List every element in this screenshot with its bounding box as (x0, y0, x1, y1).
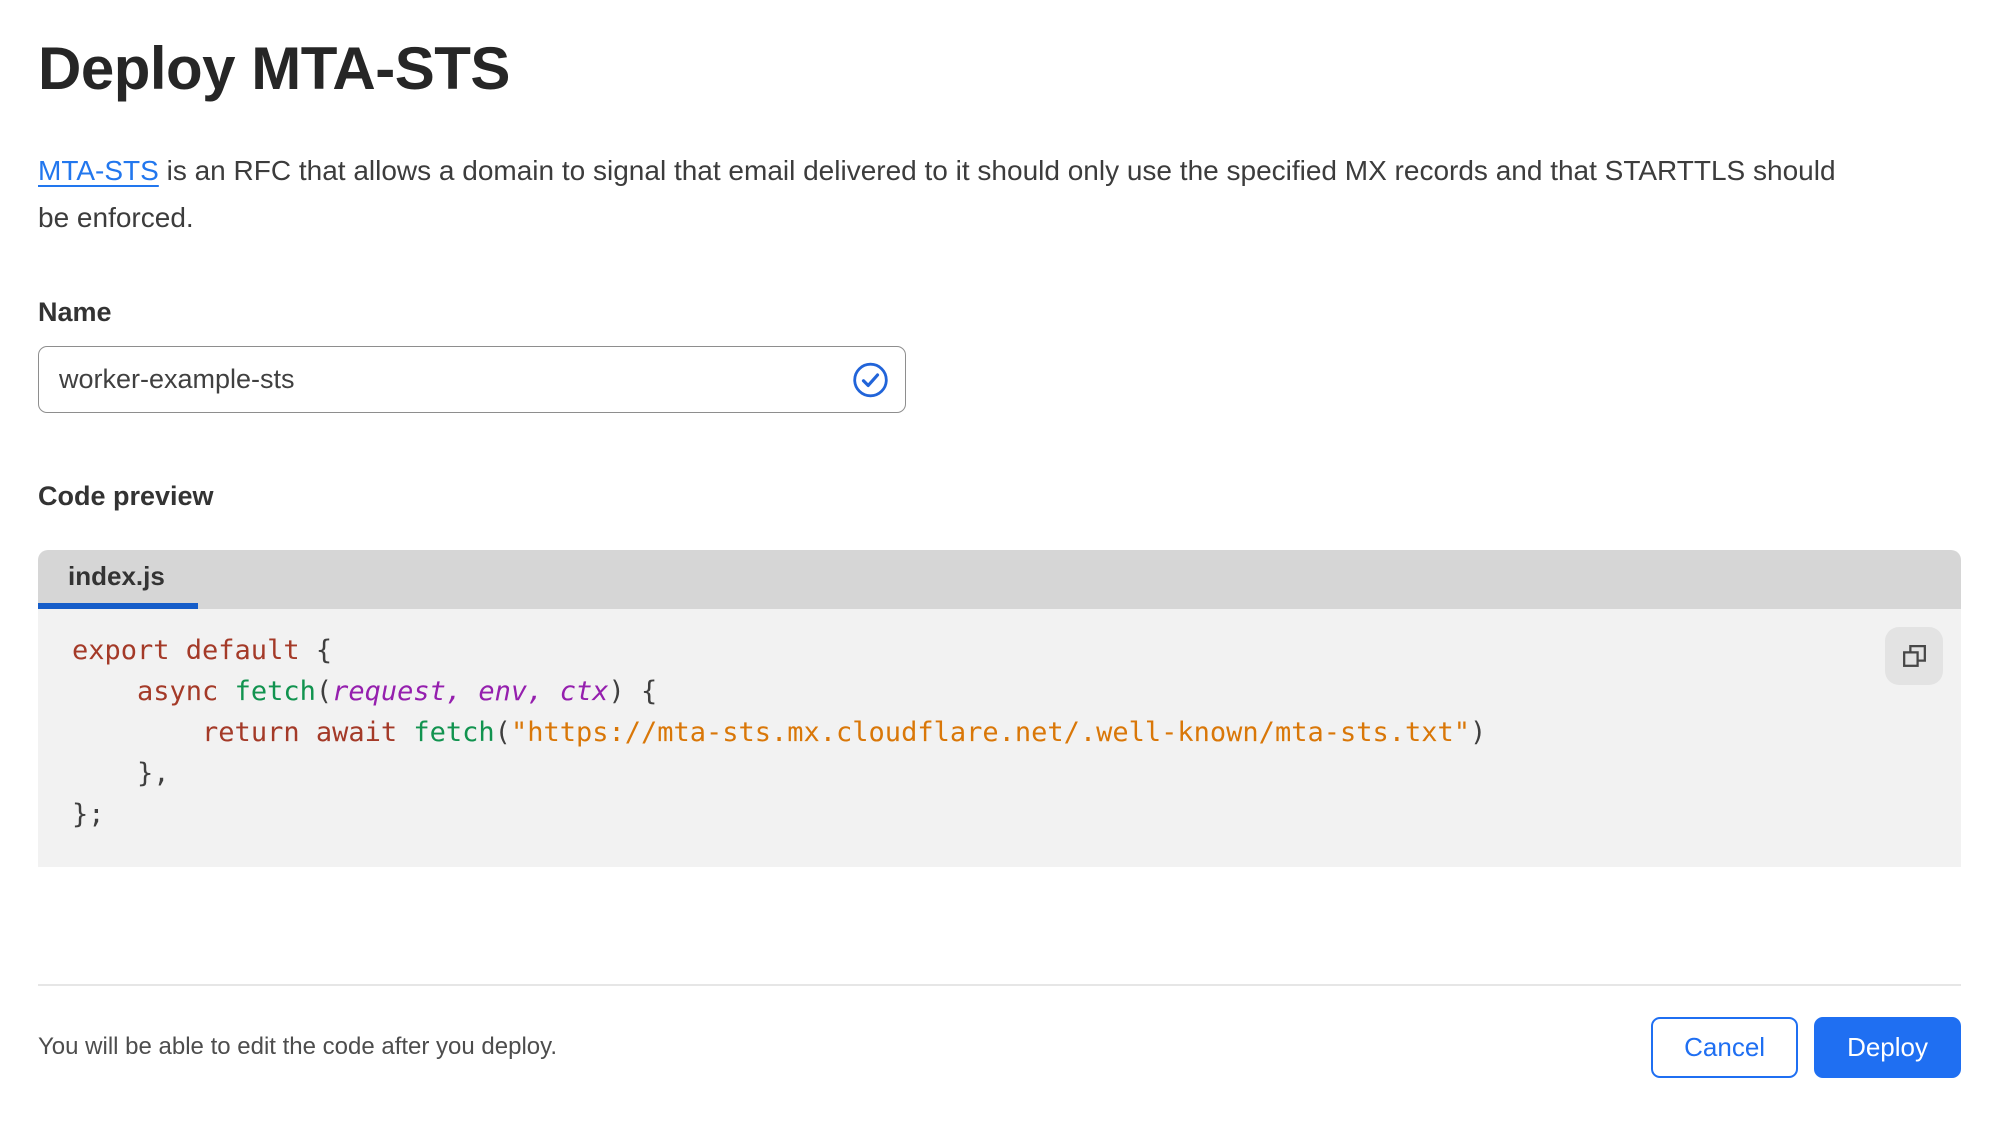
copy-icon (1902, 644, 1926, 667)
footer-bar: You will be able to edit the code after … (38, 1016, 1961, 1078)
name-label: Name (38, 297, 112, 327)
code-preview-label: Code preview (38, 481, 214, 511)
page-description: MTA-STS is an RFC that allows a domain t… (38, 147, 1838, 241)
page-title: Deploy MTA-STS (38, 35, 510, 102)
copy-code-button[interactable] (1885, 627, 1943, 685)
name-input-wrap (38, 346, 906, 413)
check-circle-icon (853, 362, 888, 397)
code-area: export default { async fetch(request, en… (38, 609, 1961, 867)
footer-note: You will be able to edit the code after … (38, 1033, 558, 1060)
tab-label: index.js (68, 561, 165, 591)
footer-buttons: Cancel Deploy (1651, 1016, 1961, 1078)
deploy-button[interactable]: Deploy (1814, 1016, 1961, 1078)
footer-divider (38, 984, 1961, 986)
mta-sts-link[interactable]: MTA-STS (38, 155, 159, 186)
name-input[interactable] (38, 346, 906, 413)
cancel-button[interactable]: Cancel (1651, 1016, 1799, 1078)
code-tab-bar: index.js (38, 550, 1961, 609)
page-description-text: is an RFC that allows a domain to signal… (38, 155, 1836, 233)
code-preview-block: index.js export default { async fetch(re… (38, 550, 1961, 867)
deploy-mta-sts-page: Deploy MTA-STS MTA-STS is an RFC that al… (0, 0, 1999, 1138)
code-content: export default { async fetch(request, en… (72, 635, 1487, 830)
tab-index-js[interactable]: index.js (38, 550, 198, 609)
